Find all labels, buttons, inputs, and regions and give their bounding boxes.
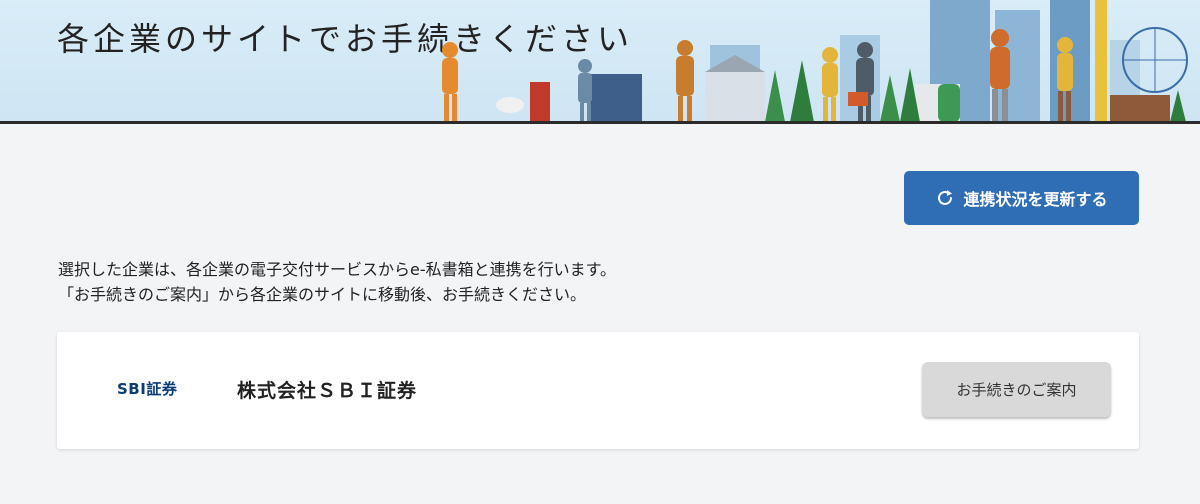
- company-logo: SBI証券: [117, 380, 178, 398]
- procedure-guide-button[interactable]: お手続きのご案内: [922, 362, 1111, 417]
- company-card: SBI証券 株式会社ＳＢＩ証券 お手続きのご案内: [57, 332, 1139, 449]
- refresh-icon: [938, 190, 953, 205]
- update-status-label: 連携状況を更新する: [963, 190, 1108, 209]
- update-status-button[interactable]: 連携状況を更新する: [904, 171, 1139, 225]
- company-name: 株式会社ＳＢＩ証券: [237, 380, 418, 402]
- hero-banner: 各企業のサイトでお手続きください: [0, 0, 1200, 124]
- info-text: 選択した企業は、各企業の電子交付サービスからe-私書箱と連携を行います。 「お手…: [58, 257, 616, 307]
- info-line-1: 選択した企業は、各企業の電子交付サービスからe-私書箱と連携を行います。: [58, 260, 617, 279]
- city-illustration: [442, 0, 1188, 121]
- info-line-2: 「お手続きのご案内」から各企業のサイトに移動後、お手続きください。: [58, 285, 587, 304]
